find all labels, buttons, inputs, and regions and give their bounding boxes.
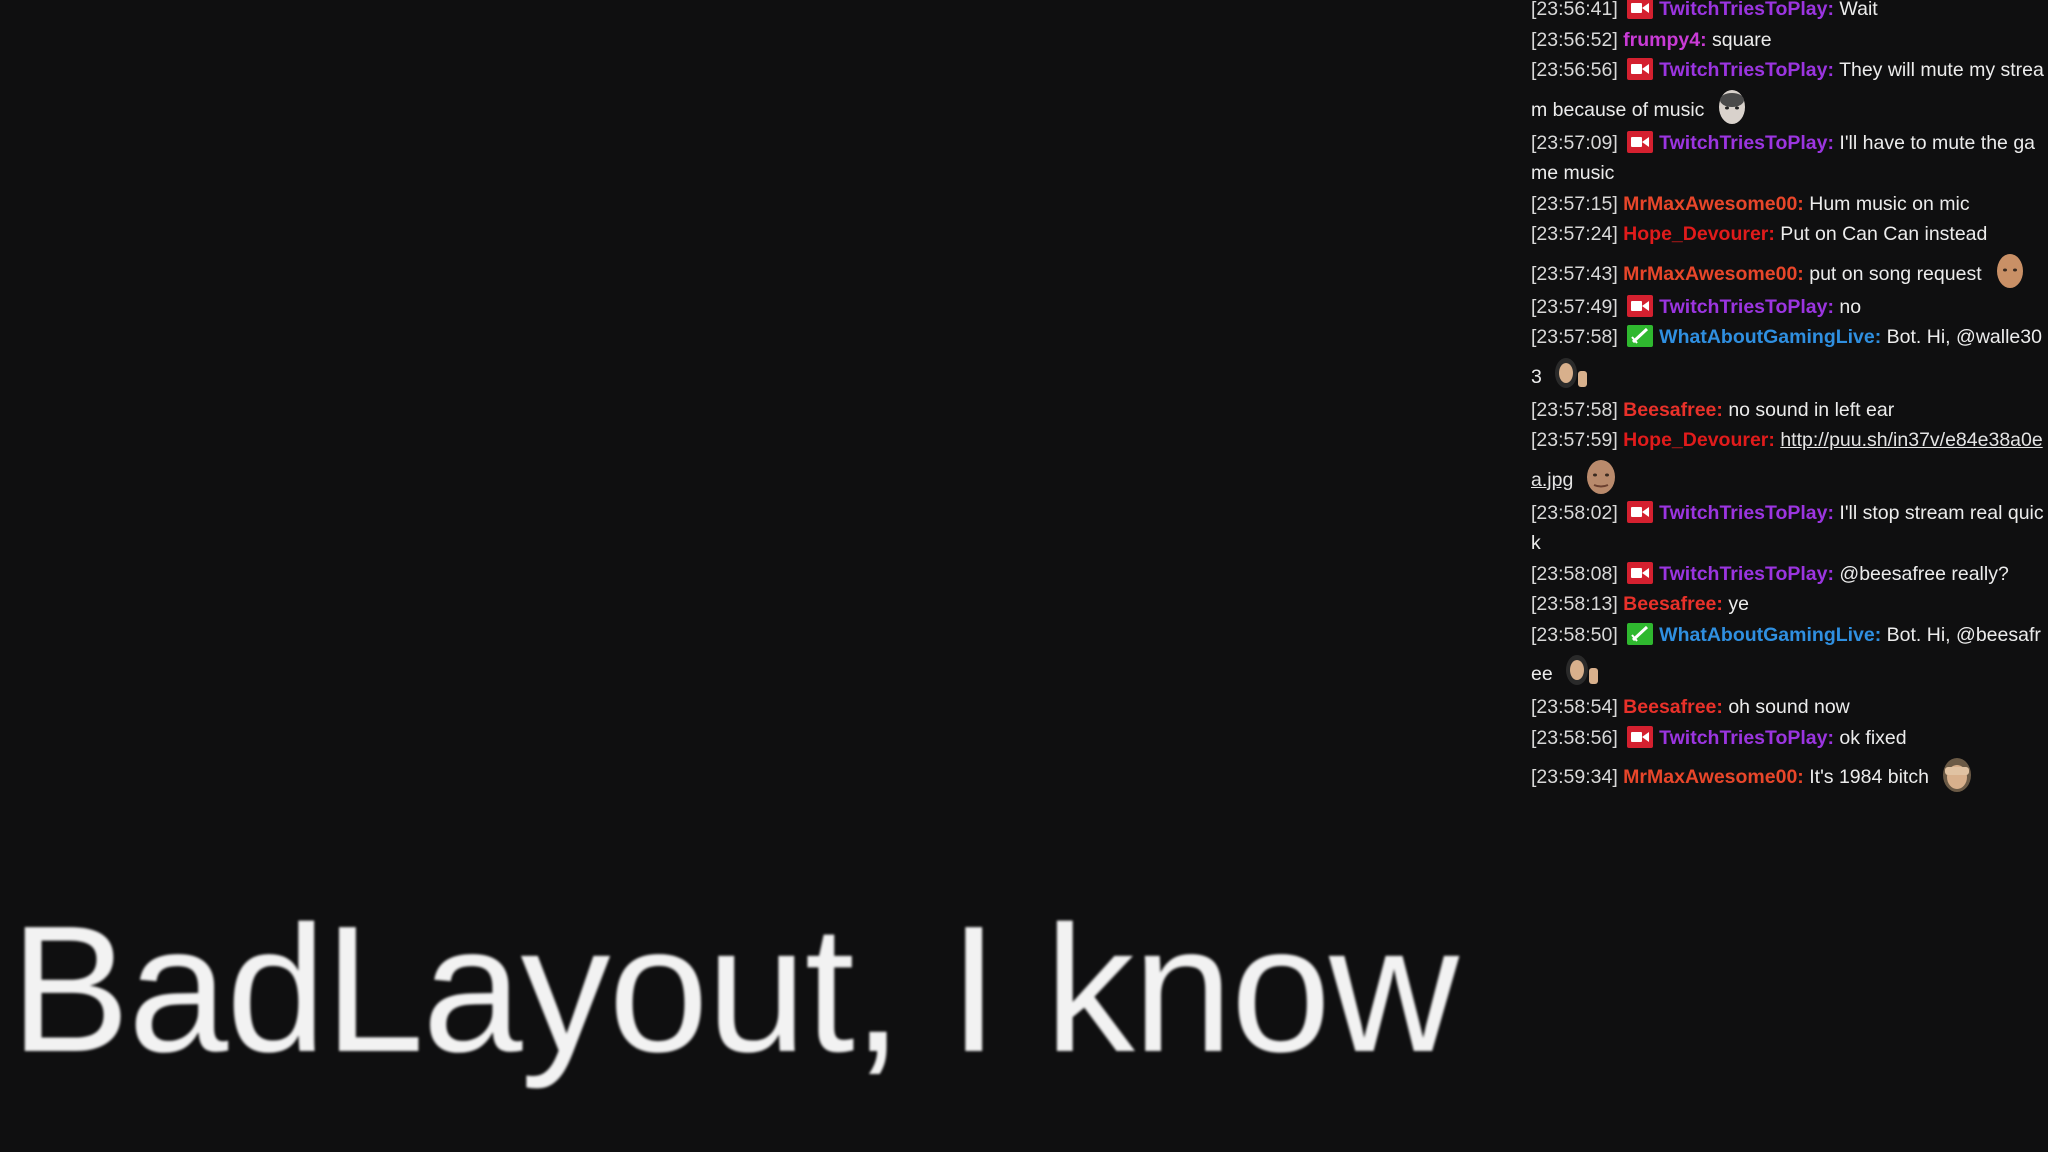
message-username[interactable]: TwitchTriesToPlay: <box>1659 0 1834 20</box>
message-username[interactable]: MrMaxAwesome00: <box>1623 766 1804 788</box>
camera-badge-icon <box>1627 58 1654 80</box>
camera-badge-icon <box>1627 0 1654 19</box>
message-timestamp: [23:56:56] <box>1531 59 1618 81</box>
chat-message: [23:58:02] TwitchTriesToPlay: I'll stop … <box>1531 498 2045 559</box>
message-timestamp: [23:57:49] <box>1531 295 1618 318</box>
chat-message: [23:56:52] frumpy4: square <box>1531 25 2045 56</box>
message-text: put on song request <box>1803 262 1982 285</box>
message-timestamp: [23:58:56] <box>1531 726 1618 749</box>
kappa-face-emote-icon <box>1581 456 1621 498</box>
message-timestamp: [23:57:43] <box>1531 262 1618 285</box>
message-text: square <box>1706 28 1772 51</box>
wave-emote-icon <box>1561 650 1601 692</box>
message-timestamp: [23:58:02] <box>1531 501 1618 524</box>
message-text: no <box>1834 295 1862 318</box>
message-username[interactable]: Beesafree: <box>1623 399 1723 421</box>
message-username[interactable]: WhatAboutGamingLive: <box>1659 624 1881 646</box>
message-timestamp: [23:58:50] <box>1531 623 1618 646</box>
message-text: @beesafree really? <box>1834 562 2009 585</box>
stream-overlay: [23:56:41] TwitchTriesToPlay: Wait [23:56… <box>0 0 2048 1152</box>
message-username[interactable]: WhatAboutGamingLive: <box>1659 326 1881 348</box>
message-username[interactable]: TwitchTriesToPlay: <box>1659 563 1834 585</box>
message-username[interactable]: Beesafree: <box>1623 696 1723 718</box>
chat-message: [23:58:50] WhatAboutGamingLive: Bot. Hi,… <box>1531 620 2045 693</box>
chat-message: [23:57:43] MrMaxAwesome00: put on song r… <box>1531 250 2045 292</box>
wave-emote-icon <box>1550 353 1590 395</box>
message-timestamp: [23:58:13] <box>1531 593 1618 615</box>
message-username[interactable]: TwitchTriesToPlay: <box>1659 132 1834 154</box>
chat-message: [23:56:56] TwitchTriesToPlay: They will … <box>1531 55 2045 128</box>
chat-message: [23:56:41] TwitchTriesToPlay: Wait <box>1531 0 2045 25</box>
message-text: Wait <box>1834 0 1878 20</box>
message-text: It's 1984 bitch <box>1803 766 1929 788</box>
chat-message: [23:58:56] TwitchTriesToPlay: ok fixed <box>1531 723 2045 754</box>
chat-message: [23:57:49] TwitchTriesToPlay: no <box>1531 292 2045 323</box>
message-timestamp: [23:59:34] <box>1531 766 1618 788</box>
chat-message: [23:57:15] MrMaxAwesome00: Hum music on … <box>1531 189 2045 220</box>
message-username[interactable]: Beesafree: <box>1623 593 1723 615</box>
chat-message: [23:58:08] TwitchTriesToPlay: @beesafree… <box>1531 559 2045 590</box>
chat-message: [23:57:24] Hope_Devourer: Put on Can Can… <box>1531 219 2045 250</box>
camera-badge-icon <box>1627 500 1654 523</box>
message-timestamp: [23:56:41] <box>1531 0 1618 20</box>
message-timestamp: [23:57:58] <box>1531 398 1618 421</box>
message-timestamp: [23:57:09] <box>1531 131 1618 154</box>
sword-badge-icon <box>1627 622 1654 645</box>
message-timestamp: [23:57:58] <box>1531 326 1618 348</box>
message-text: Put on Can Can instead <box>1774 223 1988 245</box>
message-timestamp: [23:57:15] <box>1531 192 1618 215</box>
chat-message: [23:58:13] Beesafree: ye <box>1531 589 2045 620</box>
message-text: Hum music on mic <box>1803 192 1970 215</box>
message-username[interactable]: TwitchTriesToPlay: <box>1659 502 1834 524</box>
facepalm-emote-icon <box>1937 753 1977 795</box>
message-username[interactable]: Hope_Devourer: <box>1623 223 1775 245</box>
camera-badge-icon <box>1627 130 1654 153</box>
message-username[interactable]: MrMaxAwesome00: <box>1623 193 1804 215</box>
chat-message: [23:57:58] WhatAboutGamingLive: Bot. Hi,… <box>1531 322 2045 395</box>
message-text: oh sound now <box>1722 696 1850 718</box>
chat-message: [23:57:59] Hope_Devourer: http://puu.sh/… <box>1531 425 2045 498</box>
chat-message: [23:57:09] TwitchTriesToPlay: I'll have … <box>1531 128 2045 189</box>
message-timestamp: [23:58:08] <box>1531 562 1618 585</box>
face-emote-icon <box>1712 86 1752 128</box>
chat-message: [23:59:34] MrMaxAwesome00: It's 1984 bit… <box>1531 753 2045 795</box>
camera-badge-icon <box>1627 561 1654 584</box>
message-timestamp: [23:58:54] <box>1531 696 1618 718</box>
message-username[interactable]: frumpy4: <box>1623 29 1706 51</box>
message-username[interactable]: Hope_Devourer: <box>1623 429 1775 451</box>
overlay-banner-text: BadLayout, I know <box>10 889 1459 1090</box>
message-text: ye <box>1722 593 1749 615</box>
message-timestamp: [23:57:59] <box>1531 429 1618 451</box>
camera-badge-icon <box>1627 294 1654 317</box>
chat-message: [23:58:54] Beesafree: oh sound now <box>1531 692 2045 723</box>
bald-face-emote-icon <box>1990 250 2030 292</box>
message-text: ok fixed <box>1834 726 1907 749</box>
chat-log: [23:56:41] TwitchTriesToPlay: Wait [23:56… <box>1531 0 2045 795</box>
chat-message: [23:57:58] Beesafree: no sound in left e… <box>1531 395 2045 426</box>
message-username[interactable]: TwitchTriesToPlay: <box>1659 59 1834 81</box>
message-username[interactable]: TwitchTriesToPlay: <box>1659 727 1834 749</box>
message-timestamp: [23:57:24] <box>1531 223 1618 245</box>
message-username[interactable]: MrMaxAwesome00: <box>1623 263 1804 285</box>
message-username[interactable]: TwitchTriesToPlay: <box>1659 296 1834 318</box>
message-text: no sound in left ear <box>1722 398 1895 421</box>
sword-badge-icon <box>1627 325 1654 347</box>
camera-badge-icon <box>1627 725 1654 748</box>
message-timestamp: [23:56:52] <box>1531 28 1618 51</box>
